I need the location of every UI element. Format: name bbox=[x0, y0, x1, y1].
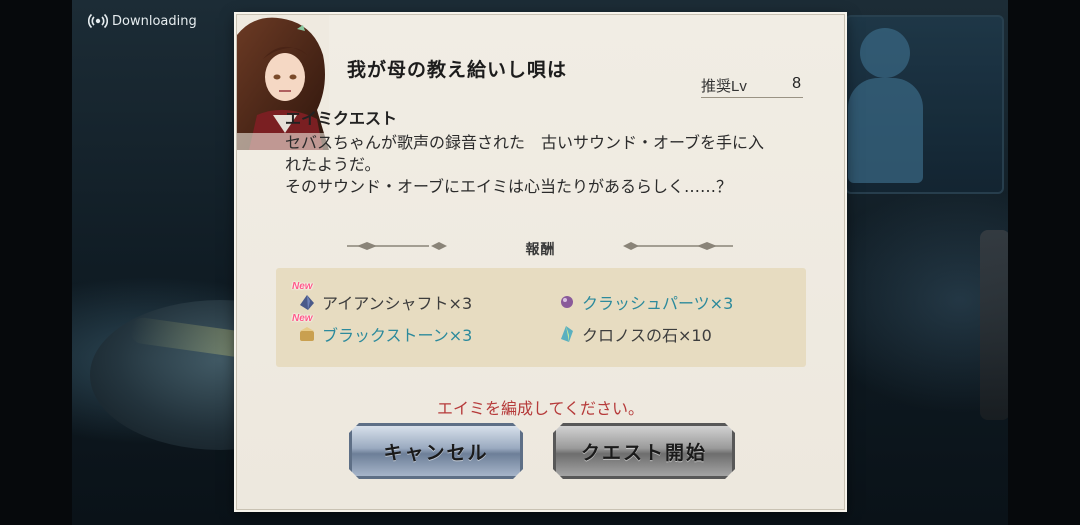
reward-label: ブラックストーン×3 bbox=[322, 326, 473, 345]
download-label: Downloading bbox=[112, 13, 197, 29]
quest-dialog: 我が母の教え給いし唄は 推奨Lv 8 エイミクエスト セバスちゃんが歌声の録音さ… bbox=[236, 14, 845, 510]
background-silhouette-head bbox=[860, 28, 910, 78]
new-badge: New bbox=[292, 281, 313, 292]
quest-title: 我が母の教え給いし唄は bbox=[347, 59, 568, 81]
reward-item[interactable]: クロノスの石×10 bbox=[556, 321, 712, 347]
reward-label: クロノスの石×10 bbox=[582, 326, 712, 345]
rewards-heading: 報酬 bbox=[525, 242, 556, 258]
new-badge: New bbox=[292, 313, 313, 324]
background-figure bbox=[980, 230, 1010, 420]
start-quest-button-label: クエスト開始 bbox=[580, 441, 707, 464]
character-portrait bbox=[237, 15, 329, 150]
reward-label: クラッシュパーツ×3 bbox=[582, 294, 734, 313]
cancel-button-label: キャンセル bbox=[383, 441, 489, 464]
party-warning: エイミを編成してください。 bbox=[436, 399, 645, 418]
reward-item[interactable]: New ブラックストーン×3 bbox=[292, 313, 473, 347]
crush-parts-icon bbox=[556, 291, 578, 313]
start-quest-button[interactable]: クエスト開始 bbox=[553, 423, 735, 479]
quest-category: エイミクエスト bbox=[285, 109, 398, 128]
divider-ornament-right bbox=[623, 242, 733, 250]
download-status: Downloading bbox=[88, 11, 197, 31]
reward-label: アイアンシャフト×3 bbox=[322, 294, 473, 313]
background-silhouette-body bbox=[848, 78, 923, 183]
chronos-stone-icon bbox=[556, 323, 578, 345]
rewards-panel: New アイアンシャフト×3 クラッシュパーツ×3 New ブラックストーン×3… bbox=[276, 268, 806, 367]
broadcast-icon bbox=[88, 13, 108, 29]
level-value: 8 bbox=[792, 75, 801, 92]
iron-shaft-icon: New bbox=[292, 281, 318, 313]
reward-item[interactable]: New アイアンシャフト×3 bbox=[292, 281, 473, 315]
blackstone-icon: New bbox=[292, 313, 318, 345]
left-letterbox bbox=[0, 0, 72, 525]
right-letterbox bbox=[1008, 0, 1080, 525]
quest-description: セバスちゃんが歌声の録音された 古いサウンド・オーブを手に入 れたようだ。 その… bbox=[285, 133, 765, 196]
reward-item[interactable]: クラッシュパーツ×3 bbox=[556, 289, 733, 315]
level-label: 推奨Lv bbox=[701, 78, 747, 95]
recommended-level: 推奨Lv 8 bbox=[701, 75, 803, 98]
cancel-button[interactable]: キャンセル bbox=[349, 423, 523, 479]
